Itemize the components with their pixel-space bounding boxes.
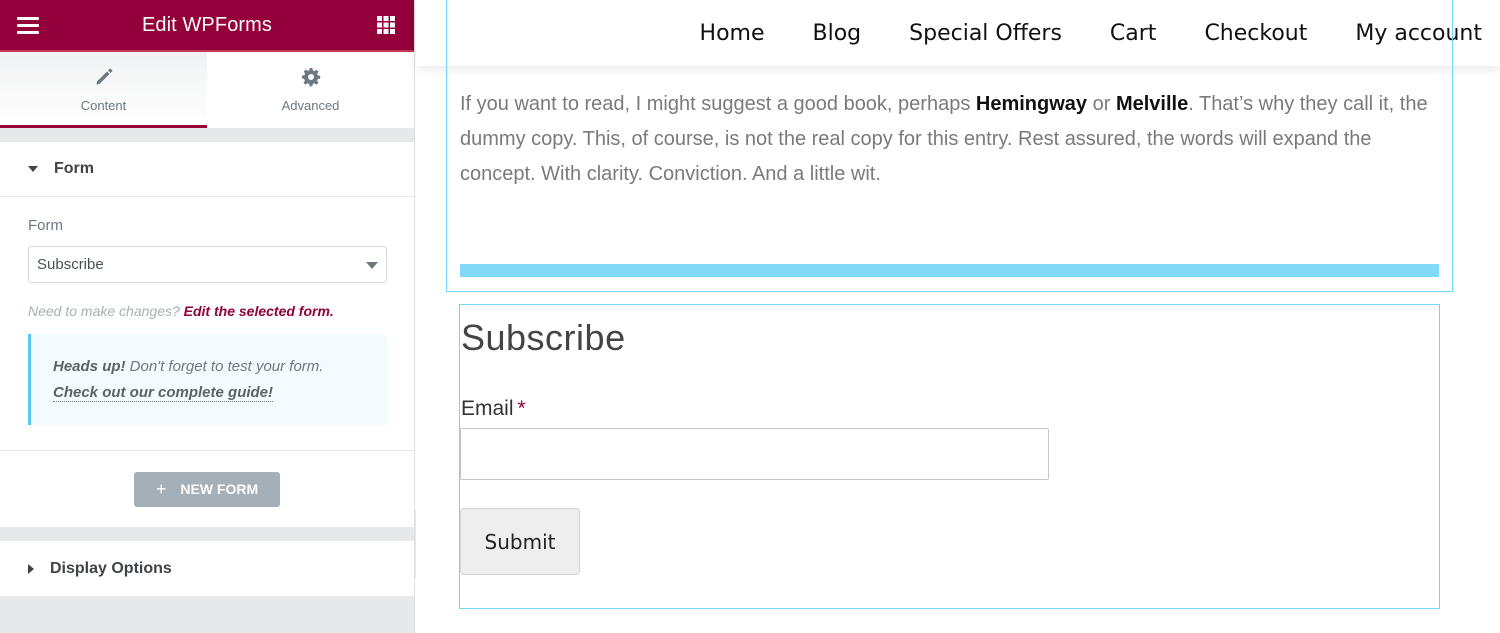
nav-checkout[interactable]: Checkout	[1204, 21, 1307, 46]
form-section-body: Form Subscribe Need to make changes? Edi…	[0, 197, 414, 451]
panel-tabs: Content Advanced	[0, 52, 414, 128]
caret-down-icon	[28, 166, 38, 172]
nav-cart[interactable]: Cart	[1110, 21, 1157, 46]
hint-text: Need to make changes?	[28, 303, 180, 319]
chevron-down-icon	[366, 256, 378, 273]
email-field[interactable]	[460, 428, 1049, 480]
tab-label: Advanced	[281, 98, 340, 113]
nav-home[interactable]: Home	[700, 21, 765, 46]
bold-hemingway: Hemingway	[975, 93, 1088, 115]
form-field-label: Form	[28, 217, 63, 234]
panel-title: Edit WPForms	[141, 13, 273, 36]
email-label: Email *	[461, 397, 526, 420]
notice-text: Don't forget to test your form.	[125, 358, 324, 375]
submit-button[interactable]: Submit	[460, 508, 580, 575]
site-navigation: Home Blog Special Offers Cart Checkout M…	[416, 0, 1500, 66]
hamburger-icon[interactable]	[16, 13, 40, 37]
new-form-button[interactable]: + New Form	[134, 471, 280, 507]
nav-blog[interactable]: Blog	[813, 21, 862, 46]
body-paragraph: If you want to read, I might suggest a g…	[460, 93, 1428, 185]
bold-melville: Melville	[1115, 93, 1189, 115]
section-form-toggle[interactable]: Form	[0, 142, 414, 197]
section-title: Form	[54, 160, 94, 177]
plus-icon: +	[155, 478, 167, 499]
editor-panel: Edit WPForms Content Advanced Form Form …	[0, 0, 415, 633]
grid-icon[interactable]	[374, 13, 398, 37]
heads-up-notice: Heads up! Don't forget to test your form…	[28, 334, 387, 425]
pencil-icon	[94, 67, 114, 90]
tab-advanced[interactable]: Advanced	[207, 52, 414, 128]
form-select[interactable]: Subscribe	[28, 246, 387, 283]
tab-content[interactable]: Content	[0, 52, 207, 128]
section-display-options-toggle[interactable]: Display Options	[0, 541, 414, 596]
edit-hint: Need to make changes? Edit the selected …	[28, 303, 386, 319]
page-preview: Home Blog Special Offers Cart Checkout M…	[416, 0, 1500, 633]
divider	[460, 264, 1439, 277]
required-mark: *	[517, 397, 526, 420]
new-form-label: New Form	[180, 481, 259, 497]
wpforms-widget[interactable]: Subscribe Email * Submit	[459, 304, 1440, 609]
guide-link[interactable]: Check out our complete guide!	[53, 384, 274, 402]
section-title: Display Options	[50, 559, 172, 577]
edit-form-link[interactable]: Edit the selected form.	[184, 303, 334, 319]
form-title: Subscribe	[461, 317, 626, 358]
panel-header: Edit WPForms	[0, 0, 414, 52]
tab-label: Content	[80, 98, 127, 113]
nav-special-offers[interactable]: Special Offers	[909, 21, 1062, 46]
gear-icon	[301, 67, 321, 90]
form-select-value: Subscribe	[37, 256, 104, 273]
notice-title: Heads up!	[53, 358, 126, 375]
nav-my-account[interactable]: My account	[1355, 21, 1482, 46]
caret-right-icon	[28, 563, 34, 574]
